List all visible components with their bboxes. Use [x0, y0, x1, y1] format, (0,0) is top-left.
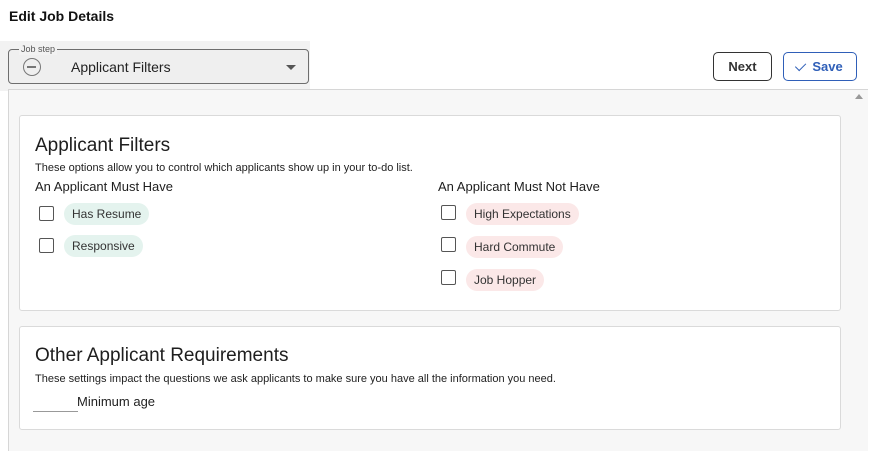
card-title: Other Applicant Requirements [35, 345, 289, 366]
high-expectations-checkbox[interactable] [441, 205, 456, 220]
card-description: These options allow you to control which… [35, 162, 413, 174]
job-step-legend: Job step [19, 43, 58, 55]
minus-circle-icon[interactable] [23, 58, 41, 76]
page-title: Edit Job Details [9, 8, 115, 24]
save-button[interactable]: Save [783, 52, 857, 81]
save-button-label: Save [812, 59, 843, 74]
must-have-heading: An Applicant Must Have [35, 179, 174, 194]
minimum-age-input[interactable] [33, 411, 78, 412]
job-hopper-checkbox[interactable] [441, 270, 456, 285]
check-icon [795, 59, 807, 71]
job-step-container: Job step Applicant Filters [0, 41, 310, 91]
responsive-checkbox[interactable] [39, 238, 54, 253]
chevron-down-icon[interactable] [286, 65, 296, 70]
minimum-age-label: Minimum age [77, 394, 156, 409]
job-step-select[interactable]: Job step Applicant Filters [8, 43, 309, 84]
job-step-value: Applicant Filters [71, 59, 171, 75]
high-expectations-tag: High Expectations [466, 203, 579, 225]
job-hopper-tag: Job Hopper [466, 269, 545, 291]
responsive-tag: Responsive [64, 235, 143, 257]
other-requirements-card: Other Applicant Requirements These setti… [19, 326, 841, 430]
applicant-filters-card: Applicant Filters These options allow yo… [19, 115, 841, 311]
scroll-up-icon[interactable] [855, 94, 863, 99]
hard-commute-tag: Hard Commute [466, 236, 564, 258]
has-resume-tag: Has Resume [64, 203, 150, 225]
card-description: These settings impact the questions we a… [35, 373, 556, 385]
has-resume-checkbox[interactable] [39, 206, 54, 221]
hard-commute-checkbox[interactable] [441, 237, 456, 252]
must-not-have-heading: An Applicant Must Not Have [438, 179, 600, 194]
card-title: Applicant Filters [35, 135, 171, 156]
next-button[interactable]: Next [713, 52, 772, 81]
